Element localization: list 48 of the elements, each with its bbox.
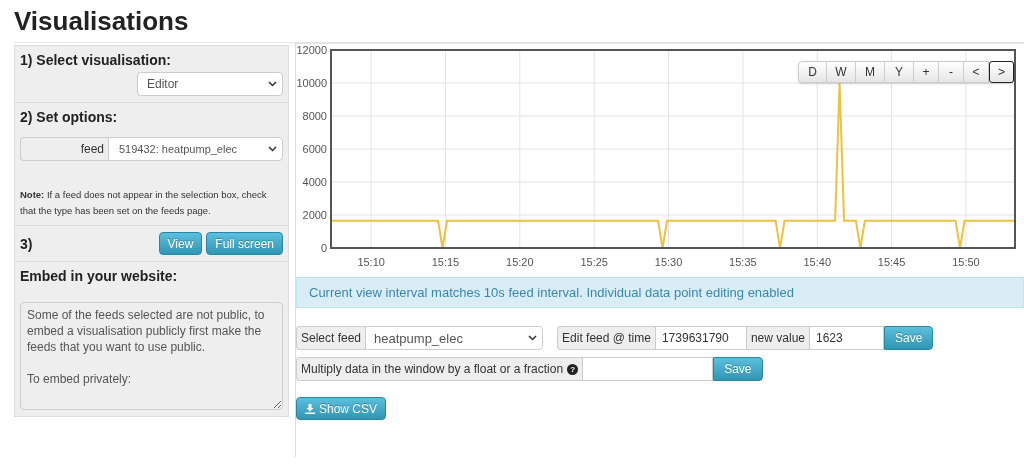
section-heading: 1) Select visualisation: <box>20 52 172 68</box>
field-label: Select feed <box>296 326 366 350</box>
range-button[interactable]: W <box>827 61 856 83</box>
axis-label: 15:50 <box>952 256 980 268</box>
range-button[interactable]: > <box>989 61 1014 83</box>
embed-text-area[interactable]: Some of the feeds selected are not public, to embed a visualisation publicly first make the feeds that you want to use public. To embed privately: <box>20 302 283 410</box>
field-label: new value <box>746 326 809 350</box>
axis-label: 6000 <box>302 143 327 155</box>
feed-select[interactable]: 519432: heatpump_elec <box>108 137 283 161</box>
feed-select[interactable]: heatpump_elec <box>365 326 544 350</box>
axis-label: 0 <box>320 242 327 254</box>
section-heading: Embed in your website: <box>20 268 179 284</box>
axis-label: 15:10 <box>357 256 385 268</box>
factor-field[interactable] <box>582 357 714 381</box>
axis-label: 10000 <box>296 77 327 89</box>
axis-label: 2000 <box>302 209 327 221</box>
multiply-label: Multiply data in the window by a float or a fraction <box>301 362 564 376</box>
axis-label: 8000 <box>302 110 327 122</box>
range-button[interactable]: < <box>964 61 989 83</box>
axis-label: 15:45 <box>877 256 906 268</box>
axis-label: 4000 <box>302 176 327 188</box>
range-button[interactable]: - <box>939 61 964 83</box>
section-heading: 2) Set options: <box>20 109 119 125</box>
field-label: feed <box>20 137 108 161</box>
value-field[interactable]: 1623 <box>809 326 884 350</box>
caret-icon <box>268 81 277 87</box>
axis-label: 15:15 <box>431 256 460 268</box>
axis-label: 15:25 <box>580 256 608 268</box>
range-button[interactable]: Y <box>885 61 914 83</box>
field-label: Edit feed @ time <box>557 326 655 350</box>
info-alert: Current view interval matches 10s feed interval. Individual data point editing enabled <box>296 277 1024 308</box>
note-text: Note: If a feed does not appear in the selection box, check that the type has been set on the feeds page. <box>20 188 268 218</box>
range-button[interactable]: D <box>798 61 827 83</box>
axis-label: 15:20 <box>506 256 534 268</box>
axis-label: 15:30 <box>654 256 683 268</box>
download-icon <box>305 403 315 414</box>
caret-icon <box>528 335 538 341</box>
help-icon[interactable]: ? <box>567 363 579 375</box>
page-title: Visualisations <box>14 0 1024 43</box>
section-heading: 3) <box>20 235 33 252</box>
axis-label: 15:35 <box>729 256 757 268</box>
caret-icon <box>268 146 277 152</box>
axis-label: 15:40 <box>803 256 832 268</box>
axis-label: 12000 <box>296 44 327 56</box>
visualisation-select[interactable]: Editor <box>137 72 283 96</box>
time-field[interactable]: 1739631790 <box>654 326 747 350</box>
range-button[interactable]: M <box>856 61 885 83</box>
range-button[interactable]: + <box>914 61 939 83</box>
